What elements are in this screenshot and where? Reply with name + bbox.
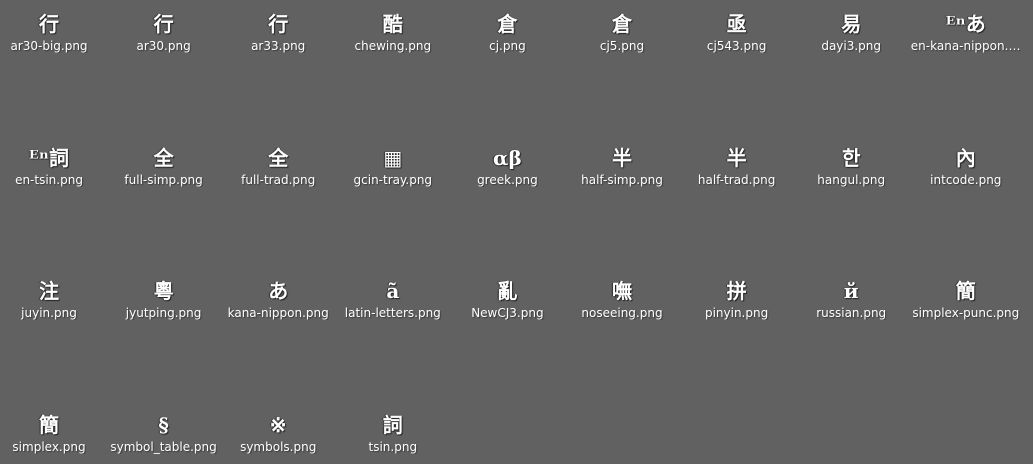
file-name-label: kana-nippon.png xyxy=(227,306,329,320)
file-item[interactable]: ᴱⁿあ en-kana-nippon.png xyxy=(909,8,1023,64)
newcj3-icon: 亂 xyxy=(497,279,518,303)
gcin-tray-icon: ▦ xyxy=(383,145,403,170)
file-item[interactable]: 內 intcode.png xyxy=(909,142,1023,198)
file-item[interactable]: 拼 pinyin.png xyxy=(680,275,794,331)
intcode-icon: 內 xyxy=(955,145,976,170)
file-name-label: half-simp.png xyxy=(581,172,663,187)
file-name-label: symbol_table.png xyxy=(110,439,217,454)
file-name-label: chewing.png xyxy=(354,39,432,53)
file-name-label: dayi3.png xyxy=(821,39,882,53)
file-item[interactable]: αβ greek.png xyxy=(450,142,564,198)
file-name-label: half-trad.png xyxy=(697,172,776,187)
file-name-label: full-simp.png xyxy=(124,172,203,187)
file-name-label: en-kana-nippon.png xyxy=(910,39,1021,53)
file-name-label: symbols.png xyxy=(240,439,317,454)
file-item[interactable]: ã latin-letters.png xyxy=(336,275,450,331)
symbol-table-icon: § xyxy=(158,412,169,437)
file-item[interactable]: 酷 chewing.png xyxy=(336,8,450,64)
file-name-label: en-tsin.png xyxy=(15,172,83,187)
file-name-label: full-trad.png xyxy=(241,172,316,187)
file-item[interactable]: 亟 cj543.png xyxy=(680,8,794,64)
file-name-label: ar33.png xyxy=(251,39,306,53)
file-name-label: simplex-punc.png xyxy=(912,306,1020,320)
file-name-label: pinyin.png xyxy=(704,306,769,320)
file-item[interactable]: 行 ar30-big.png xyxy=(0,8,106,64)
file-item[interactable]: 半 half-simp.png xyxy=(565,142,679,198)
ar30-big-icon: 行 xyxy=(39,12,59,36)
pinyin-icon: 拼 xyxy=(726,279,747,303)
file-item[interactable]: ※ symbols.png xyxy=(221,409,335,464)
file-name-label: cj5.png xyxy=(599,39,645,53)
file-item[interactable]: 倉 cj.png xyxy=(450,8,564,64)
file-item[interactable]: 注 juyin.png xyxy=(0,275,106,331)
file-icon-grid: 行 ar30-big.png 行 ar30.png 行 ar33.png 酷 chewing.… xyxy=(0,0,1033,464)
chewing-icon: 酷 xyxy=(382,12,403,36)
file-name-label: ar30-big.png xyxy=(10,39,88,53)
tsin-icon: 詞 xyxy=(382,412,403,437)
file-item[interactable]: 粵 jyutping.png xyxy=(107,275,221,331)
file-item[interactable]: 半 half-trad.png xyxy=(680,142,794,198)
file-item[interactable]: 行 ar30.png xyxy=(107,8,221,64)
file-item[interactable]: ▦ gcin-tray.png xyxy=(336,142,450,198)
symbols-icon: ※ xyxy=(269,412,287,437)
latin-letters-icon: ã xyxy=(386,279,400,303)
half-trad-icon: 半 xyxy=(726,145,747,170)
file-item[interactable]: § symbol_table.png xyxy=(107,409,221,464)
file-item[interactable]: й russian.png xyxy=(794,275,908,331)
file-name-label: juyin.png xyxy=(21,306,77,320)
file-name-label: russian.png xyxy=(816,306,887,320)
full-trad-icon: 全 xyxy=(268,145,289,170)
ar30-icon: 行 xyxy=(153,12,174,36)
file-item[interactable]: 詞 tsin.png xyxy=(336,409,450,464)
file-name-label: ar30.png xyxy=(136,39,191,53)
file-name-label: intcode.png xyxy=(930,172,1002,187)
noseeing-icon: 嘸 xyxy=(612,279,632,303)
cj543-icon: 亟 xyxy=(726,12,747,36)
file-item[interactable]: 易 dayi3.png xyxy=(794,8,908,64)
cj-icon: 倉 xyxy=(497,12,518,36)
file-item[interactable]: 亂 NewCJ3.png xyxy=(450,275,564,331)
file-name-label: cj.png xyxy=(489,39,526,53)
file-item[interactable]: 한 hangul.png xyxy=(794,142,908,198)
jyutping-icon: 粵 xyxy=(153,279,174,303)
dayi3-icon: 易 xyxy=(841,12,862,36)
file-item[interactable]: 行 ar33.png xyxy=(221,8,335,64)
en-kana-nippon-icon: ᴱⁿあ xyxy=(945,12,986,36)
file-name-label: tsin.png xyxy=(368,439,418,454)
full-simp-icon: 全 xyxy=(153,145,174,170)
file-name-label: greek.png xyxy=(477,172,538,187)
file-item[interactable]: 全 full-simp.png xyxy=(107,142,221,198)
file-item[interactable]: あ kana-nippon.png xyxy=(221,275,335,331)
greek-icon: αβ xyxy=(493,145,522,170)
ar33-icon: 行 xyxy=(268,12,289,36)
file-name-label: hangul.png xyxy=(817,172,886,187)
file-item[interactable]: 倉 cj5.png xyxy=(565,8,679,64)
file-name-label: cj543.png xyxy=(706,39,767,53)
simplex-icon: 簡 xyxy=(39,412,59,437)
file-item[interactable]: 全 full-trad.png xyxy=(221,142,335,198)
juyin-icon: 注 xyxy=(39,279,59,303)
file-name-label: latin-letters.png xyxy=(344,306,441,320)
file-name-label: simplex.png xyxy=(12,439,86,454)
simplex-punc-icon: 簡 xyxy=(955,279,976,303)
russian-icon: й xyxy=(843,279,859,303)
hangul-icon: 한 xyxy=(841,145,861,170)
file-item[interactable]: 嘸 noseeing.png xyxy=(565,275,679,331)
cj5-icon: 倉 xyxy=(612,12,632,36)
en-tsin-icon: ᴱⁿ詞 xyxy=(29,145,69,170)
file-name-label: noseeing.png xyxy=(581,306,663,320)
half-simp-icon: 半 xyxy=(612,145,632,170)
file-name-label: NewCJ3.png xyxy=(471,306,544,320)
kana-nippon-icon: あ xyxy=(268,279,289,303)
file-item[interactable]: 簡 simplex-punc.png xyxy=(909,275,1023,331)
file-name-label: gcin-tray.png xyxy=(353,172,433,187)
file-item[interactable]: 簡 simplex.png xyxy=(0,409,106,464)
file-name-label: jyutping.png xyxy=(125,306,202,320)
file-item[interactable]: ᴱⁿ詞 en-tsin.png xyxy=(0,142,106,198)
